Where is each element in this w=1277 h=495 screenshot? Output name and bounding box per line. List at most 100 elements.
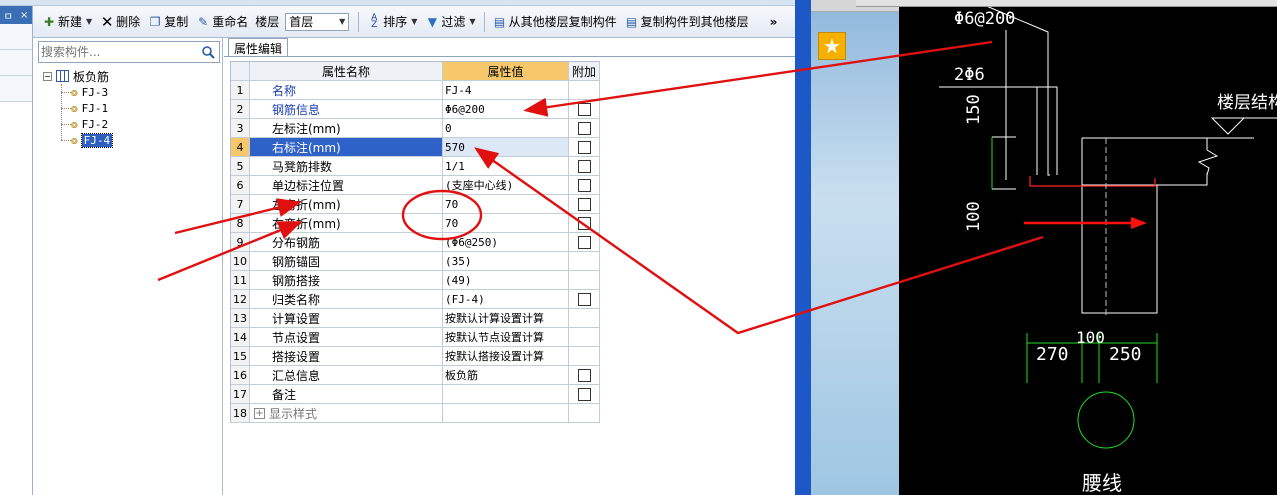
extra-checkbox[interactable] <box>577 102 591 116</box>
property-name-cell[interactable]: 右标注(mm) <box>250 138 443 157</box>
property-value-cell[interactable] <box>443 404 569 423</box>
property-name-cell[interactable]: 分布钢筋 <box>250 233 443 252</box>
copy-from-other-floor-button[interactable]: ▤ 从其他楼层复制构件 <box>490 11 620 32</box>
property-value-cell[interactable]: 板负筋 <box>443 366 569 385</box>
delete-button[interactable]: ✕ 删除 <box>97 11 143 32</box>
property-row[interactable]: 3 左标注(mm) 0 <box>231 119 600 138</box>
left-panel-row[interactable] <box>0 24 32 50</box>
property-row[interactable]: 11 钢筋搭接 (49) <box>231 271 600 290</box>
property-value-cell[interactable]: 0 <box>443 119 569 138</box>
new-button[interactable]: ✚ 新建 ▼ <box>39 11 95 32</box>
extra-checkbox[interactable] <box>577 178 591 192</box>
property-value-cell[interactable]: 按默认计算设置计算 <box>443 309 569 328</box>
extra-checkbox[interactable] <box>577 235 591 249</box>
extra-checkbox[interactable] <box>577 159 591 173</box>
window-scrollbar[interactable] <box>795 0 811 495</box>
property-name-cell[interactable]: + 显示样式 <box>250 404 443 423</box>
rename-button[interactable]: ✎ 重命名 <box>193 11 251 32</box>
property-row[interactable]: 16 汇总信息 板负筋 <box>231 366 600 385</box>
property-name-cell[interactable]: 钢筋信息 <box>250 100 443 119</box>
property-value-cell[interactable]: 按默认搭接设置计算 <box>443 347 569 366</box>
property-value-cell[interactable]: FJ-4 <box>443 81 569 100</box>
property-row[interactable]: 12 归类名称 (FJ-4) <box>231 290 600 309</box>
favorite-star-icon[interactable]: ★ <box>818 32 846 60</box>
property-name-cell[interactable]: 节点设置 <box>250 328 443 347</box>
property-row[interactable]: 4 右标注(mm) 570 <box>231 138 600 157</box>
tree-item-fj2[interactable]: ❂ FJ-2 <box>43 116 112 132</box>
tree-item-fj1[interactable]: ❂ FJ-1 <box>43 100 112 116</box>
property-row[interactable]: 2 钢筋信息 Φ6@200 <box>231 100 600 119</box>
left-panel-row[interactable] <box>0 76 32 102</box>
property-name-cell[interactable]: 归类名称 <box>250 290 443 309</box>
property-row[interactable]: 14 节点设置 按默认节点设置计算 <box>231 328 600 347</box>
property-row[interactable]: 18 + 显示样式 <box>231 404 600 423</box>
property-value-cell[interactable]: (35) <box>443 252 569 271</box>
close-icon[interactable]: × <box>20 10 28 21</box>
property-name-cell[interactable]: 钢筋锚固 <box>250 252 443 271</box>
component-gear-icon: ❂ <box>71 133 78 147</box>
property-name-cell[interactable]: 备注 <box>250 385 443 404</box>
extra-checkbox[interactable] <box>577 121 591 135</box>
property-name-cell[interactable]: 右弯折(mm) <box>250 214 443 233</box>
extra-checkbox[interactable] <box>577 140 591 154</box>
property-row[interactable]: 8 右弯折(mm) 70 <box>231 214 600 233</box>
property-name-cell[interactable]: 汇总信息 <box>250 366 443 385</box>
property-name-cell[interactable]: 左标注(mm) <box>250 119 443 138</box>
tree-root-node[interactable]: − 板负筋 <box>43 68 112 84</box>
property-row[interactable]: 7 左弯折(mm) 70 <box>231 195 600 214</box>
search-input[interactable] <box>39 45 199 59</box>
property-value-cell[interactable]: 按默认节点设置计算 <box>443 328 569 347</box>
row-number: 11 <box>231 271 250 290</box>
property-name-cell[interactable]: 钢筋搭接 <box>250 271 443 290</box>
property-row[interactable]: 17 备注 <box>231 385 600 404</box>
expand-plus-icon[interactable]: + <box>254 407 265 419</box>
property-name-cell[interactable]: 单边标注位置 <box>250 176 443 195</box>
property-value-cell[interactable]: 570 <box>443 138 569 157</box>
property-name-cell[interactable]: 马凳筋排数 <box>250 157 443 176</box>
copy-to-other-floor-button[interactable]: ▤ 复制构件到其他楼层 <box>622 11 752 32</box>
property-value-cell[interactable]: 70 <box>443 195 569 214</box>
component-tree-panel: − 板负筋 ❂ FJ-3 ❂ FJ-1 ❂ FJ-2 ❂ FJ-4 <box>33 38 223 495</box>
property-row[interactable]: 15 搭接设置 按默认搭接设置计算 <box>231 347 600 366</box>
property-name-cell[interactable]: 左弯折(mm) <box>250 195 443 214</box>
copy-button[interactable]: ❐ 复制 <box>145 11 191 32</box>
property-value-cell[interactable]: (支座中心线) <box>443 176 569 195</box>
tree-item-fj3[interactable]: ❂ FJ-3 <box>43 84 112 100</box>
property-row[interactable]: 1 名称 FJ-4 <box>231 81 600 100</box>
property-name-cell[interactable]: 计算设置 <box>250 309 443 328</box>
toolbar-overflow-button[interactable]: » <box>770 15 778 29</box>
property-row[interactable]: 9 分布钢筋 (Φ6@250) <box>231 233 600 252</box>
property-name-label: 单边标注位置 <box>272 178 345 193</box>
extra-checkbox[interactable] <box>577 387 591 401</box>
search-icon[interactable] <box>199 43 217 61</box>
extra-checkbox[interactable] <box>577 216 591 230</box>
browser-tabs-top[interactable] <box>856 0 1277 7</box>
property-name-cell[interactable]: 名称 <box>250 81 443 100</box>
row-number: 7 <box>231 195 250 214</box>
property-row[interactable]: 5 马凳筋排数 1/1 <box>231 157 600 176</box>
property-value-cell[interactable] <box>443 385 569 404</box>
extra-checkbox[interactable] <box>577 197 591 211</box>
tree-item-fj4[interactable]: ❂ FJ-4 <box>43 132 114 148</box>
floor-select[interactable]: 首层 ▼ <box>285 12 350 31</box>
property-value-cell[interactable]: (49) <box>443 271 569 290</box>
extra-checkbox[interactable] <box>577 292 591 306</box>
property-row[interactable]: 10 钢筋锚固 (35) <box>231 252 600 271</box>
property-name-cell[interactable]: 搭接设置 <box>250 347 443 366</box>
property-row[interactable]: 13 计算设置 按默认计算设置计算 <box>231 309 600 328</box>
property-value-cell[interactable]: 70 <box>443 214 569 233</box>
property-value-cell[interactable]: Φ6@200 <box>443 100 569 119</box>
property-name-label: 钢筋信息 <box>272 102 321 117</box>
collapse-minus-icon[interactable]: − <box>43 71 52 81</box>
left-panel-row[interactable] <box>0 50 32 76</box>
extra-checkbox[interactable] <box>577 368 591 382</box>
pin-icon[interactable]: ㅁ <box>4 8 13 23</box>
property-name-label: 显示样式 <box>269 406 318 421</box>
property-value-cell[interactable]: 1/1 <box>443 157 569 176</box>
property-value-cell[interactable]: (Φ6@250) <box>443 233 569 252</box>
tab-property-edit[interactable]: 属性编辑 <box>228 38 288 57</box>
property-value-cell[interactable]: (FJ-4) <box>443 290 569 309</box>
filter-button[interactable]: ▼ 过滤 ▼ <box>422 11 478 32</box>
sort-button[interactable]: AZ 排序 ▼ <box>364 11 420 32</box>
property-row[interactable]: 6 单边标注位置 (支座中心线) <box>231 176 600 195</box>
